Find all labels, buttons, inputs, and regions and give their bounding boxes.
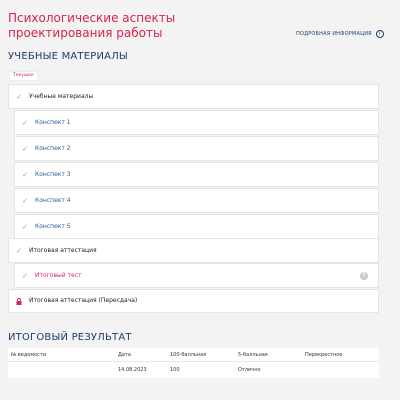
- results-table-header: № ведомости Дата 100-балльная 5-балльная…: [8, 348, 379, 362]
- more-info-label: ПОДРОБНАЯ ИНФОРМАЦИЯ: [296, 31, 372, 37]
- lock-icon: [15, 297, 23, 305]
- info-icon: i: [375, 30, 384, 38]
- material-item-final-attestation-retake[interactable]: Итоговая аттестация (Пересдача): [8, 289, 379, 313]
- material-item-konspekt-5[interactable]: ✓ Конспект 5: [14, 214, 379, 239]
- check-icon: ✓: [22, 222, 28, 231]
- material-item-label: Итоговая аттестация: [29, 246, 97, 254]
- check-icon: ✓: [22, 196, 28, 205]
- column-header-date: Дата: [118, 351, 131, 358]
- course-title: Психологические аспекты проектирования р…: [8, 11, 176, 40]
- material-item-konspekt-4[interactable]: ✓ Конспект 4: [14, 188, 379, 213]
- material-item-educational-materials[interactable]: ✓ Учебные материалы: [8, 84, 379, 109]
- material-item-konspekt-1[interactable]: ✓ Конспект 1: [14, 110, 379, 135]
- material-item-label: Итоговая аттестация (Пересдача): [29, 297, 138, 304]
- column-header-cross: Перекрестное: [305, 351, 343, 358]
- check-icon: ✓: [16, 246, 22, 255]
- material-item-label: Конспект 3: [35, 170, 71, 178]
- results-table: № ведомости Дата 100-балльная 5-балльная…: [8, 348, 379, 378]
- help-icon[interactable]: ?: [360, 271, 368, 280]
- column-header-5-point: 5-балльная: [238, 351, 268, 358]
- material-item-label: Конспект 5: [35, 222, 71, 230]
- cell-5-point: Отлично: [238, 367, 261, 373]
- cell-100-point: 100: [170, 367, 180, 373]
- check-icon: ✓: [22, 118, 28, 127]
- material-item-label: Итоговый тест: [35, 271, 82, 279]
- material-item-konspekt-2[interactable]: ✓ Конспект 2: [14, 136, 379, 161]
- check-icon: ✓: [22, 144, 28, 153]
- material-item-label: Конспект 4: [35, 196, 71, 204]
- check-icon: ✓: [16, 92, 22, 101]
- material-item-final-test[interactable]: ✓ Итоговый тест ?: [14, 263, 379, 288]
- current-badge: Текущее: [9, 71, 38, 81]
- material-item-label: Конспект 2: [35, 144, 71, 152]
- materials-heading: УЧЕБНЫЕ МАТЕРИАЛЫ: [8, 51, 128, 62]
- check-icon: ✓: [22, 271, 28, 280]
- table-row: 14.08.2023 100 Отлично: [8, 362, 379, 378]
- material-item-label: Учебные материалы: [29, 92, 94, 100]
- check-icon: ✓: [22, 170, 28, 179]
- material-item-final-attestation[interactable]: ✓ Итоговая аттестация: [8, 238, 379, 263]
- column-header-100-point: 100-балльная: [170, 351, 207, 358]
- material-item-konspekt-3[interactable]: ✓ Конспект 3: [14, 162, 379, 187]
- more-info-link[interactable]: ПОДРОБНАЯ ИНФОРМАЦИЯ i: [296, 30, 384, 38]
- cell-date: 14.08.2023: [118, 367, 147, 373]
- column-header-statement-no: № ведомости: [11, 351, 47, 358]
- material-item-label: Конспект 1: [35, 118, 71, 126]
- results-heading: ИТОГОВЫЙ РЕЗУЛЬТАТ: [8, 332, 132, 343]
